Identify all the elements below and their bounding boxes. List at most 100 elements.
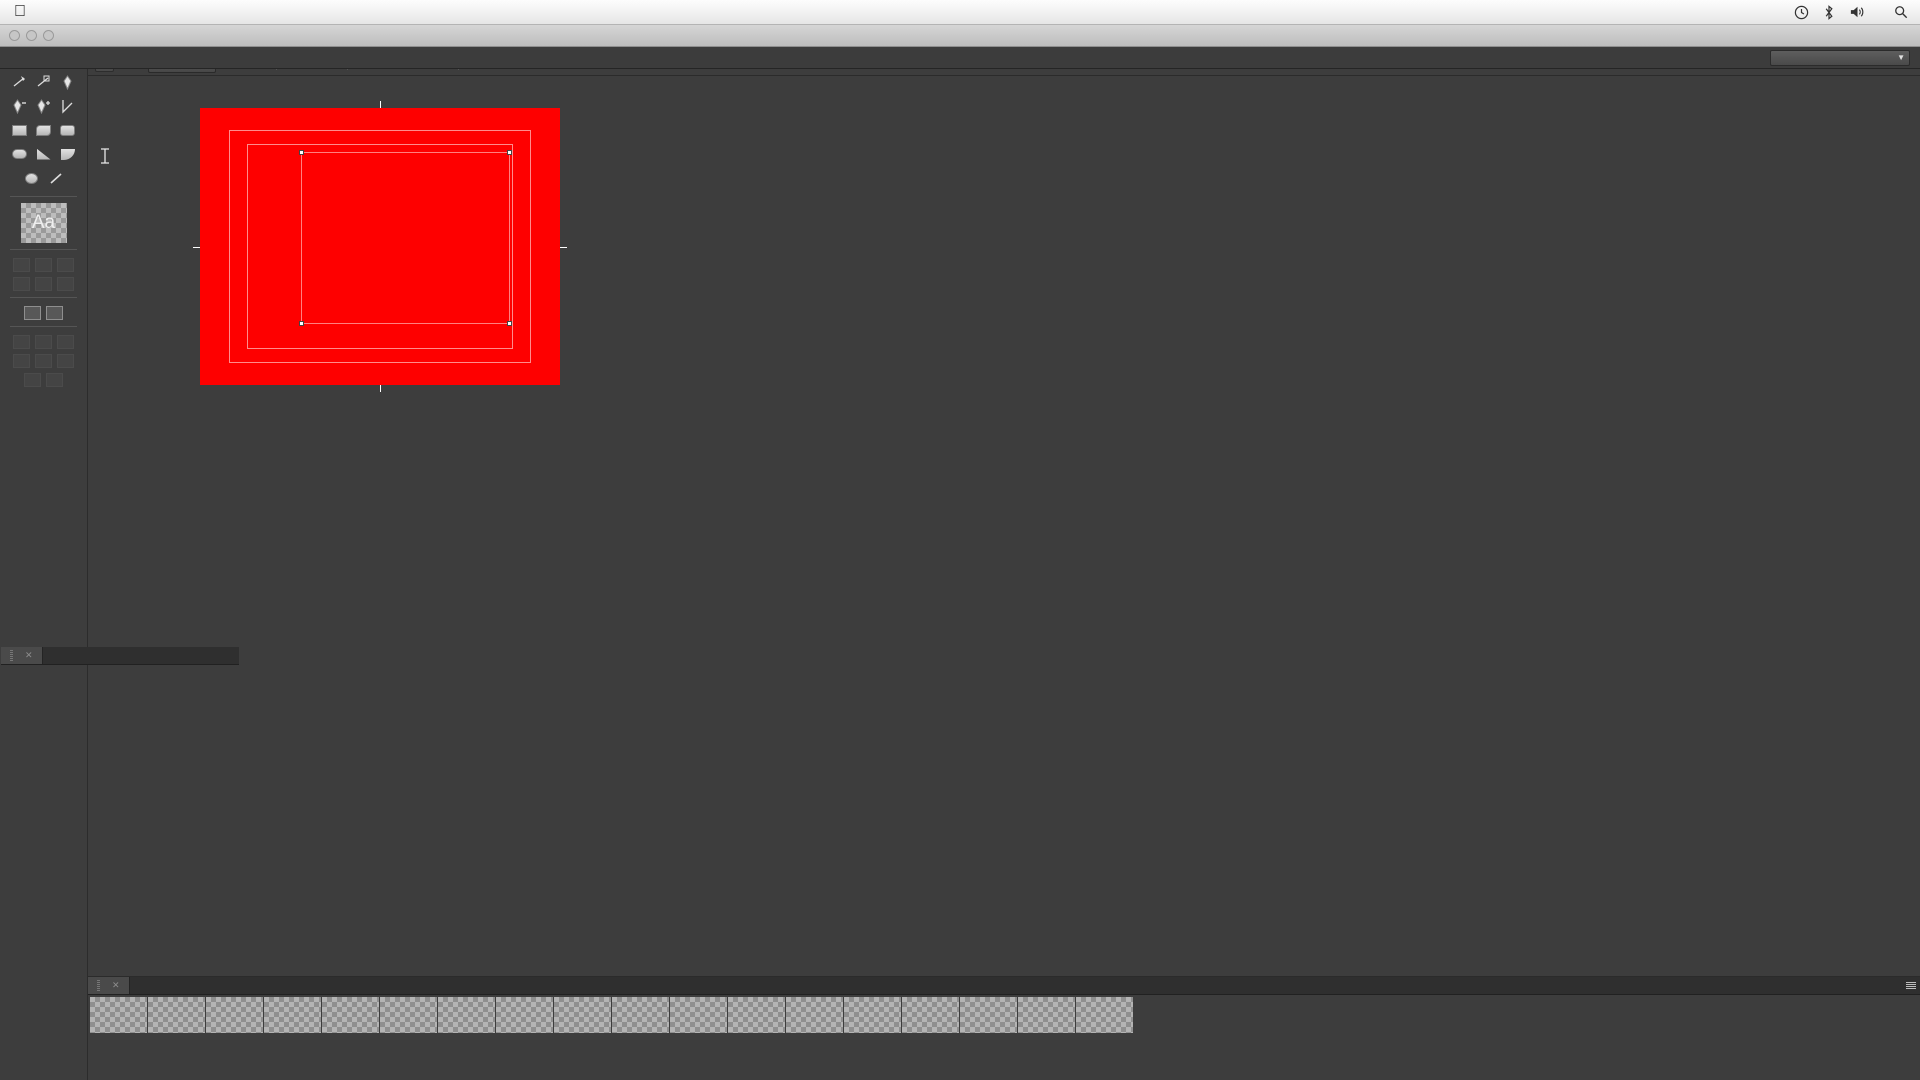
mac-menu-bar:  [0,0,1920,25]
distribute-even-h-button[interactable] [24,373,41,387]
vertical-path-type-tool[interactable] [34,72,54,92]
style-swatch[interactable] [90,997,147,1033]
style-swatch[interactable] [206,997,263,1033]
distribute-even-v-button[interactable] [46,373,63,387]
premiere-pro-window:  [0,0,1920,1080]
style-swatch[interactable] [1076,997,1133,1033]
panel-grip-icon [10,650,13,661]
clipped-corner-rectangle-tool[interactable] [34,120,54,140]
title-styles-tabbar: ✕ [88,977,1920,995]
distribute-bottom-button[interactable] [57,354,74,368]
rounded-corner-rectangle-tool[interactable] [58,120,78,140]
text-bounding-box[interactable] [298,150,512,327]
title-properties-tabbar: ✕ [1,647,239,665]
style-swatch[interactable] [264,997,321,1033]
center-marker-bottom [380,385,381,392]
title-tools-column: T ↓T T [0,16,88,1080]
delete-anchor-point-tool[interactable] [10,96,30,116]
arc-tool[interactable] [58,144,78,164]
chevron-down-icon: ▼ [1897,53,1905,62]
style-swatch[interactable] [1018,997,1075,1033]
workspace-bar: ▼ [0,47,1920,69]
center-vertically-button[interactable] [46,306,63,320]
tab-title-styles[interactable]: ✕ [88,977,130,994]
title-main-column: ▼ ✕ T TT [88,16,1920,1080]
align-left-button[interactable] [13,258,30,272]
bluetooth-icon[interactable] [1823,4,1835,20]
close-icon[interactable]: ✕ [112,980,120,991]
ellipse-tool[interactable] [22,168,42,188]
center-marker-left [193,246,200,248]
align-buttons [0,258,87,291]
align-top-button[interactable] [35,258,52,272]
style-swatch[interactable] [496,997,553,1033]
style-swatch[interactable] [786,997,843,1033]
style-swatch[interactable] [148,997,205,1033]
rounded-rectangle-tool[interactable] [10,144,30,164]
center-horizontally-button[interactable] [24,306,41,320]
divider [10,297,77,298]
style-swatch[interactable] [322,997,379,1033]
style-swatch[interactable] [902,997,959,1033]
center-buttons [0,306,87,320]
divider [10,326,77,327]
distribute-buttons [0,335,87,387]
minimize-button[interactable] [26,30,37,41]
path-type-tool[interactable] [10,72,30,92]
style-swatch[interactable] [612,997,669,1033]
style-swatch[interactable] [960,997,1017,1033]
volume-icon[interactable] [1849,5,1866,19]
title-styles-panel: ✕ [88,976,1920,1080]
current-style-swatch[interactable]: Aa [20,203,67,243]
convert-anchor-point-tool[interactable] [58,96,78,116]
line-tool[interactable] [46,168,66,188]
style-swatch[interactable] [728,997,785,1033]
resize-handle-bl[interactable] [298,321,304,327]
center-marker-right [560,246,567,248]
distribute-middle-v-button[interactable] [13,354,30,368]
rectangle-tool[interactable] [10,120,30,140]
styles-panel-menu-button[interactable] [1902,977,1920,994]
title-designer-window: T ↓T T [0,0,1920,1080]
add-anchor-point-tool[interactable] [34,96,54,116]
distribute-top-button[interactable] [35,335,52,349]
apple-logo-icon[interactable]:  [14,4,26,20]
panel-grip-icon [97,980,100,991]
title-canvas-area[interactable] [88,76,1920,976]
distribute-center-h-button[interactable] [57,335,74,349]
wedge-tool[interactable] [34,144,54,164]
align-right-button[interactable] [35,277,52,291]
divider [10,196,77,197]
align-middle-v-button[interactable] [13,277,30,291]
resize-handle-br[interactable] [506,321,512,327]
style-swatch[interactable] [844,997,901,1033]
close-button[interactable] [9,30,20,41]
title-canvas[interactable] [193,101,567,392]
window-controls[interactable] [9,30,54,41]
style-swatch[interactable] [554,997,611,1033]
pen-tool[interactable] [58,72,78,92]
app-title-bar [0,25,1920,47]
style-swatch[interactable] [438,997,495,1033]
center-marker-top [380,101,381,108]
resize-handle-tr[interactable] [506,150,512,156]
distribute-right-button[interactable] [35,354,52,368]
style-swatch[interactable] [380,997,437,1033]
resize-handle-tl[interactable] [298,150,304,156]
align-center-h-button[interactable] [57,258,74,272]
text-cursor-icon [98,148,112,167]
distribute-left-button[interactable] [13,335,30,349]
divider [10,249,77,250]
align-bottom-button[interactable] [57,277,74,291]
style-swatch[interactable] [670,997,727,1033]
spotlight-icon[interactable] [1894,5,1908,19]
close-icon[interactable]: ✕ [25,650,33,661]
title-styles-grid[interactable] [88,995,1920,1035]
tabbar-filler [129,977,1902,994]
title-window-body: T ↓T T [0,16,1920,1080]
time-machine-icon[interactable] [1794,5,1809,20]
zoom-button[interactable] [43,30,54,41]
tab-title-properties[interactable]: ✕ [1,647,43,664]
menu-bars-icon [1906,981,1916,990]
workspace-select[interactable]: ▼ [1770,49,1910,66]
